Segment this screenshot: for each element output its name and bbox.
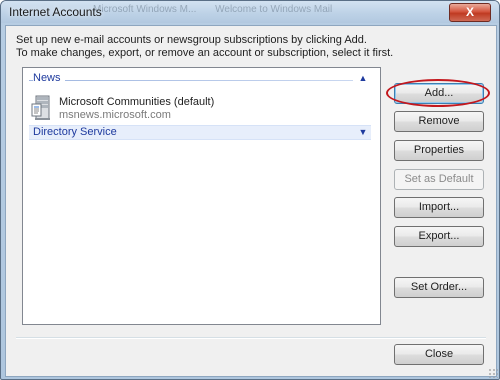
set-as-default-button[interactable]: Set as Default bbox=[394, 169, 484, 190]
group-label-directory-service: Directory Service bbox=[33, 126, 117, 138]
instructions-line: Set up new e-mail accounts or newsgroup … bbox=[16, 34, 367, 46]
account-item[interactable]: Microsoft Communities (default) msnews.m… bbox=[29, 94, 329, 126]
window-title: Internet Accounts bbox=[9, 5, 102, 19]
title-bar[interactable]: Internet Accounts Microsoft Windows M...… bbox=[1, 1, 499, 23]
close-icon: X bbox=[465, 5, 474, 19]
dialog-client-area: Set up new e-mail accounts or newsgroup … bbox=[5, 25, 497, 377]
group-label-news: News bbox=[33, 72, 65, 84]
instructions-text: Set up new e-mail accounts or newsgroup … bbox=[16, 34, 486, 60]
add-button[interactable]: Add... bbox=[394, 83, 484, 104]
remove-button[interactable]: Remove bbox=[394, 111, 484, 132]
import-button[interactable]: Import... bbox=[394, 197, 484, 218]
chevron-up-icon[interactable]: ▲ bbox=[357, 72, 369, 85]
set-order-button[interactable]: Set Order... bbox=[394, 277, 484, 298]
accounts-listbox[interactable]: News ▲ Microsoft Communities (default) m… bbox=[22, 67, 381, 325]
account-server: msnews.microsoft.com bbox=[59, 109, 171, 121]
close-button[interactable]: Close bbox=[394, 344, 484, 365]
window-close-button[interactable]: X bbox=[449, 3, 491, 22]
properties-button[interactable]: Properties bbox=[394, 140, 484, 161]
footer-separator bbox=[16, 337, 486, 339]
instructions-line: To make changes, export, or remove an ac… bbox=[16, 47, 394, 59]
group-divider bbox=[29, 80, 353, 81]
group-header-directory-service[interactable]: Directory Service ▼ bbox=[29, 125, 371, 140]
resize-grip[interactable] bbox=[488, 368, 498, 378]
background-window-titles: Microsoft Windows M... Welcome to Window… bbox=[93, 4, 393, 18]
background-tab: Microsoft Windows M... bbox=[93, 4, 197, 15]
export-button[interactable]: Export... bbox=[394, 226, 484, 247]
news-server-icon bbox=[31, 95, 50, 120]
account-name: Microsoft Communities (default) bbox=[59, 96, 215, 108]
group-header-news[interactable]: News ▲ bbox=[29, 72, 371, 86]
internet-accounts-dialog: Internet Accounts Microsoft Windows M...… bbox=[0, 0, 500, 380]
chevron-down-icon[interactable]: ▼ bbox=[357, 126, 369, 139]
background-tab: Welcome to Windows Mail bbox=[215, 4, 333, 15]
